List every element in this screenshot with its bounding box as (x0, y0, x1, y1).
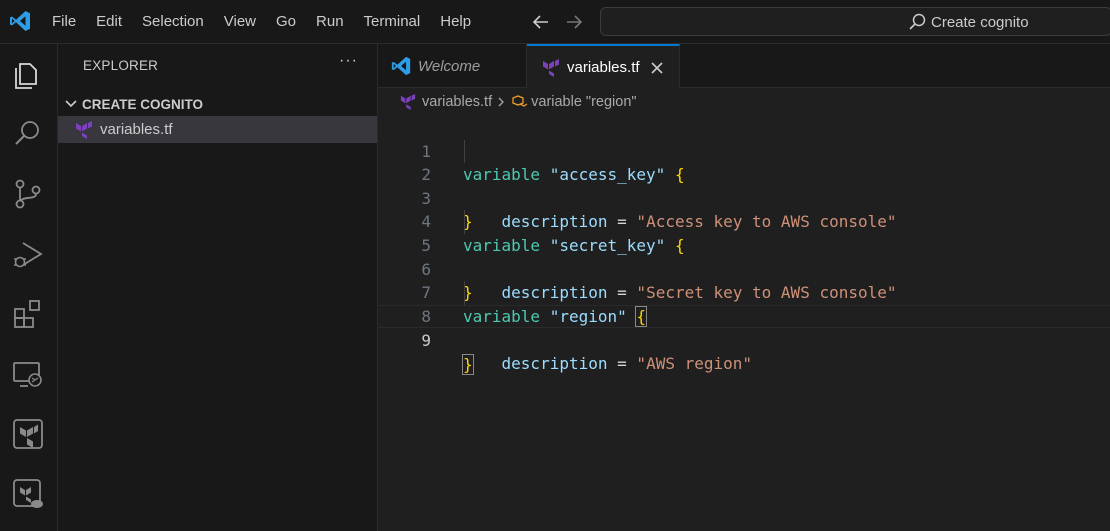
code-line: 1 variable "access_key" { (378, 116, 1110, 185)
string-value: AWS region (646, 353, 743, 373)
line-number: 9 (421, 331, 431, 351)
terraform-cloud-icon[interactable] (10, 476, 46, 512)
code-line: 4 variable "secret_key" { (378, 187, 1110, 255)
breadcrumb-file[interactable]: variables.tf (422, 94, 492, 110)
menu-selection[interactable]: Selection (132, 0, 214, 44)
code-editor[interactable]: 1 variable "access_key" { 2 description … (378, 116, 1110, 375)
tab-bar: Welcome variables.tf (378, 44, 1110, 89)
terraform-icon (543, 58, 559, 77)
forward-arrow-icon[interactable] (562, 10, 586, 34)
title-bar: File Edit Selection View Go Run Terminal… (0, 0, 1110, 44)
variable-symbol-icon (512, 95, 528, 107)
source-control-icon[interactable] (10, 176, 46, 212)
indent-guide (464, 210, 465, 234)
file-item-variables-tf[interactable]: variables.tf (58, 116, 377, 143)
activity-bar (0, 44, 58, 531)
menu-go[interactable]: Go (266, 0, 306, 44)
command-center-search[interactable]: Create cognito (600, 7, 1110, 36)
tab-variables-tf[interactable]: variables.tf (527, 44, 680, 89)
code-line: 5 description = "Secret key to AWS conso… (378, 210, 1110, 302)
code-line: 3 } (378, 163, 1110, 232)
tab-label: Welcome (418, 57, 481, 75)
search-icon (909, 13, 926, 30)
search-sidebar-icon[interactable] (10, 116, 46, 152)
remote-explorer-icon[interactable] (10, 356, 46, 392)
folder-name: CREATE COGNITO (82, 96, 204, 112)
menu-bar: File Edit Selection View Go Run Terminal… (42, 0, 481, 44)
chevron-right-icon (498, 97, 505, 107)
editor-area: Welcome variables.tf variables.tf variab… (378, 44, 1110, 531)
search-label: Create cognito (931, 13, 1029, 31)
menu-help[interactable]: Help (430, 0, 481, 44)
code-line: 7 variable "region" { (378, 258, 1110, 327)
file-name: variables.tf (100, 121, 173, 138)
explorer-sidebar: EXPLORER ··· CREATE COGNITO variables.tf (58, 44, 378, 531)
terraform-icon (400, 94, 416, 110)
code-line: 8 description = "AWS region" (378, 281, 1110, 373)
menu-terminal[interactable]: Terminal (354, 0, 431, 44)
menu-run[interactable]: Run (306, 0, 354, 44)
indent-guide (464, 281, 465, 305)
menu-edit[interactable]: Edit (86, 0, 132, 44)
breadcrumb-symbol[interactable]: variable "region" (531, 94, 636, 110)
menu-file[interactable]: File (42, 0, 86, 44)
more-actions-icon[interactable]: ··· (339, 52, 358, 70)
back-arrow-icon[interactable] (529, 10, 553, 34)
explorer-title: EXPLORER (83, 58, 159, 73)
tab-welcome[interactable]: Welcome (378, 44, 527, 88)
vscode-logo-icon (10, 11, 30, 31)
chevron-down-icon (65, 100, 77, 108)
folder-header[interactable]: CREATE COGNITO (58, 92, 377, 116)
breadcrumb: variables.tf variable "region" (400, 91, 637, 113)
terraform-icon (76, 120, 92, 139)
close-icon[interactable] (650, 61, 664, 75)
menu-view[interactable]: View (214, 0, 266, 44)
explorer-icon[interactable] (10, 56, 46, 92)
attribute: description (501, 353, 608, 373)
terraform-extension-icon[interactable] (10, 416, 46, 452)
vscode-icon (391, 56, 411, 76)
run-debug-icon[interactable] (10, 236, 46, 272)
indent-guide (464, 139, 465, 164)
closing-brace: } (462, 353, 474, 375)
extensions-icon[interactable] (10, 296, 46, 332)
tab-label: variables.tf (567, 59, 640, 76)
code-line: 6 } (378, 234, 1110, 303)
code-line: 2 description = "Access key to AWS conso… (378, 139, 1110, 231)
code-line-current: 9 } (378, 304, 1110, 375)
